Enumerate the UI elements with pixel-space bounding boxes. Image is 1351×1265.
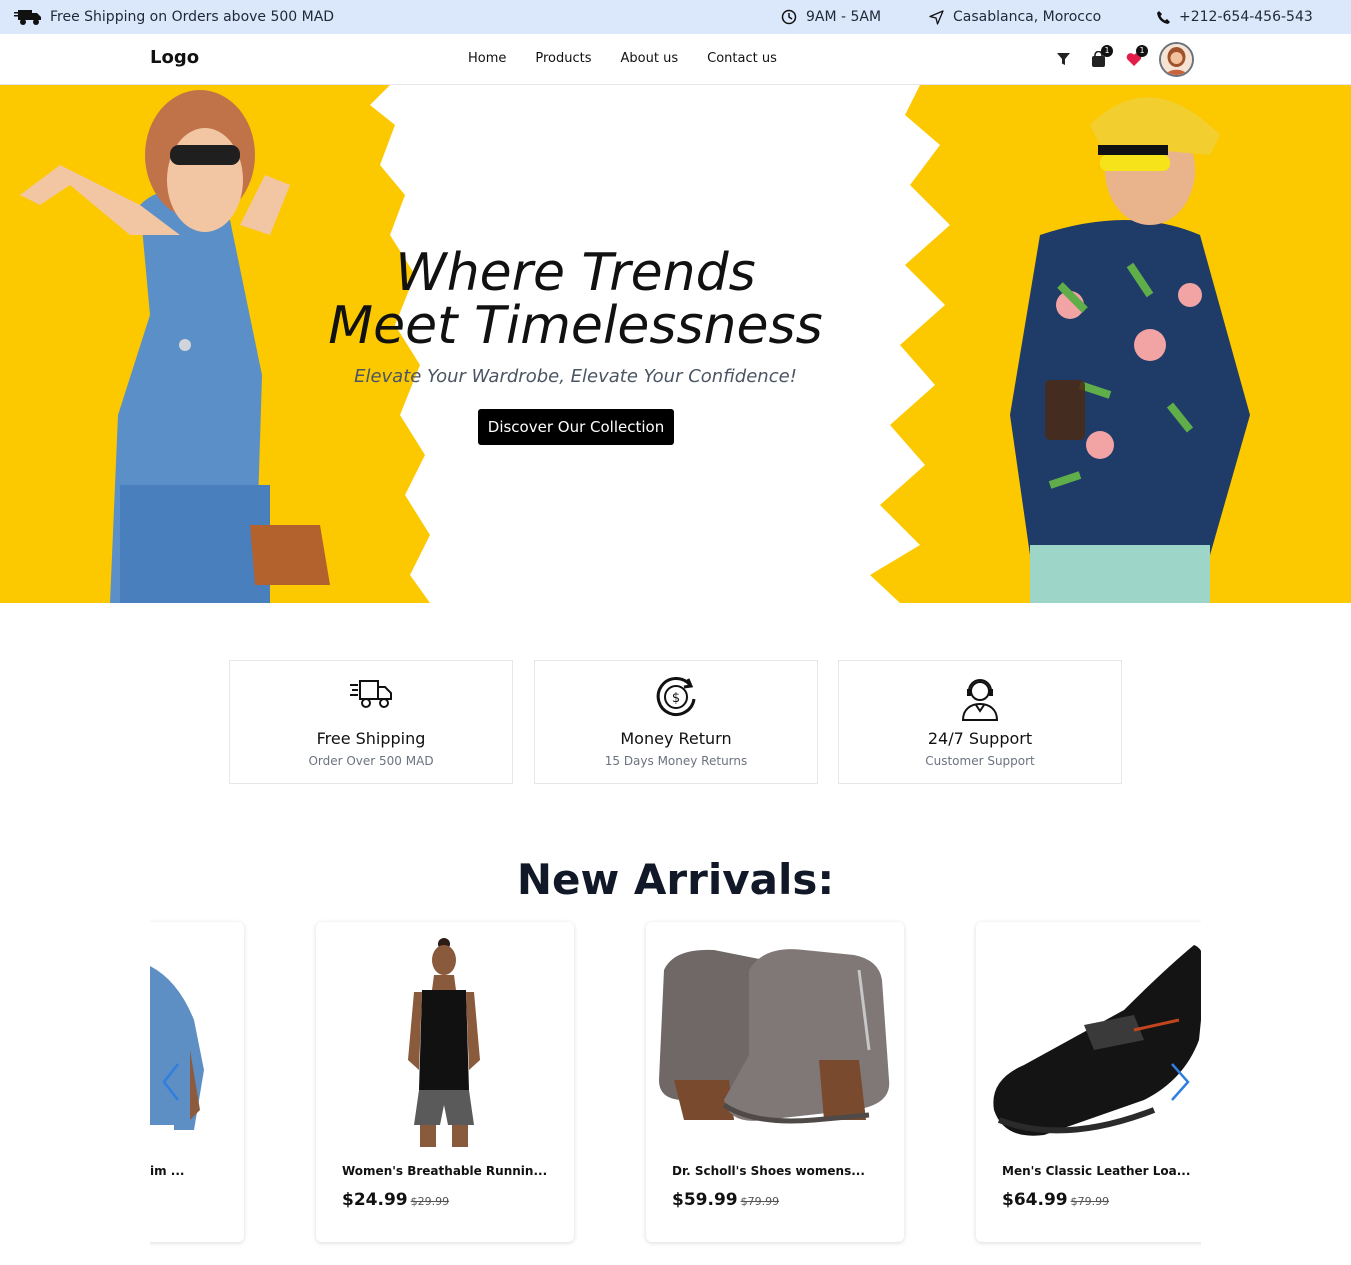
- nav-link-contact[interactable]: Contact us: [707, 51, 777, 66]
- shipping-notice: Free Shipping on Orders above 500 MAD: [14, 0, 334, 34]
- cart-count-badge: 1: [1101, 45, 1113, 57]
- main-navbar: Logo Home Products About us Contact us 1…: [0, 34, 1351, 85]
- carousel-next-button[interactable]: [1166, 1060, 1196, 1104]
- product-image: [654, 930, 896, 1150]
- location-text: Casablanca, Morocco: [953, 9, 1102, 25]
- cart-button[interactable]: 1: [1090, 42, 1116, 78]
- discover-collection-button[interactable]: Discover Our Collection: [478, 409, 674, 445]
- avatar-photo: [1161, 44, 1192, 75]
- product-name: Women's Breathable Runnin...: [342, 1164, 548, 1178]
- old-price: $29.99: [410, 1195, 450, 1208]
- hero-title-line2: Meet Timelessness: [328, 296, 823, 356]
- product-carousel: im ... Women's Breathable Runnin... $24.…: [150, 918, 1201, 1248]
- new-arrivals-title: New Arrivals:: [516, 855, 835, 904]
- hero-banner: Where Trends Meet Timelessness Elevate Y…: [0, 85, 1351, 603]
- product-price: $64.99 $79.99: [1002, 1190, 1109, 1210]
- feature-money-return: $ Money Return 15 Days Money Returns: [534, 660, 818, 784]
- nav-links: Home Products About us Contact us: [468, 51, 806, 66]
- phone-icon: [1156, 10, 1171, 25]
- hours-info: 9AM - 5AM: [781, 0, 881, 34]
- product-name: Men's Classic Leather Loa...: [1002, 1164, 1191, 1178]
- feature-support: 24/7 Support Customer Support: [838, 660, 1122, 784]
- feature-title: Free Shipping: [316, 729, 426, 748]
- phone-info[interactable]: +212-654-456-543: [1156, 0, 1313, 34]
- chevron-left-icon: [158, 1063, 188, 1108]
- svg-text:$: $: [672, 691, 680, 706]
- current-price: $59.99: [672, 1190, 738, 1210]
- product-card[interactable]: Women's Breathable Runnin... $24.99 $29.9…: [316, 922, 574, 1242]
- nav-link-about[interactable]: About us: [621, 51, 679, 66]
- current-price: $24.99: [342, 1190, 408, 1210]
- product-price: $24.99 $29.99: [342, 1190, 449, 1210]
- feature-free-shipping: Free Shipping Order Over 500 MAD: [229, 660, 513, 784]
- feature-title: Money Return: [620, 729, 732, 748]
- nav-link-home[interactable]: Home: [468, 51, 506, 66]
- filter-button[interactable]: [1056, 42, 1072, 78]
- product-image: [324, 930, 566, 1150]
- user-avatar[interactable]: [1159, 42, 1194, 77]
- product-image: [150, 930, 236, 1150]
- filter-icon: [1056, 52, 1071, 71]
- money-return-icon: $: [654, 675, 698, 723]
- nav-link-products[interactable]: Products: [535, 51, 591, 66]
- location-arrow-icon: [929, 9, 944, 25]
- product-image: [984, 930, 1201, 1150]
- wishlist-button[interactable]: 1: [1126, 42, 1152, 78]
- feature-subtitle: 15 Days Money Returns: [604, 754, 748, 768]
- shipping-text: Free Shipping on Orders above 500 MAD: [50, 9, 335, 25]
- delivery-truck-icon: [348, 675, 394, 715]
- hero-title-line1: Where Trends: [395, 243, 756, 303]
- clock-icon: [781, 9, 797, 25]
- carousel-prev-button[interactable]: [158, 1060, 188, 1104]
- old-price: $79.99: [740, 1195, 780, 1208]
- phone-text: +212-654-456-543: [1179, 9, 1313, 25]
- current-price: $64.99: [1002, 1190, 1068, 1210]
- old-price: $79.99: [1070, 1195, 1110, 1208]
- feature-title: 24/7 Support: [927, 729, 1033, 748]
- feature-subtitle: Customer Support: [925, 754, 1035, 768]
- product-card[interactable]: Dr. Scholl's Shoes womens... $59.99 $79.9…: [646, 922, 904, 1242]
- hero-subtitle: Elevate Your Wardrobe, Elevate Your Conf…: [354, 366, 797, 387]
- hours-text: 9AM - 5AM: [806, 9, 882, 25]
- chevron-right-icon: [1166, 1063, 1196, 1108]
- top-info-bar: Free Shipping on Orders above 500 MAD 9A…: [0, 0, 1351, 34]
- product-price: $59.99 $79.99: [672, 1190, 779, 1210]
- support-agent-icon: [959, 675, 1001, 725]
- location-info: Casablanca, Morocco: [929, 0, 1101, 34]
- wishlist-count-badge: 1: [1136, 45, 1148, 57]
- feature-subtitle: Order Over 500 MAD: [308, 754, 434, 768]
- product-name: Dr. Scholl's Shoes womens...: [672, 1164, 865, 1178]
- site-logo[interactable]: Logo: [150, 47, 199, 68]
- delivery-truck-icon: [14, 7, 42, 27]
